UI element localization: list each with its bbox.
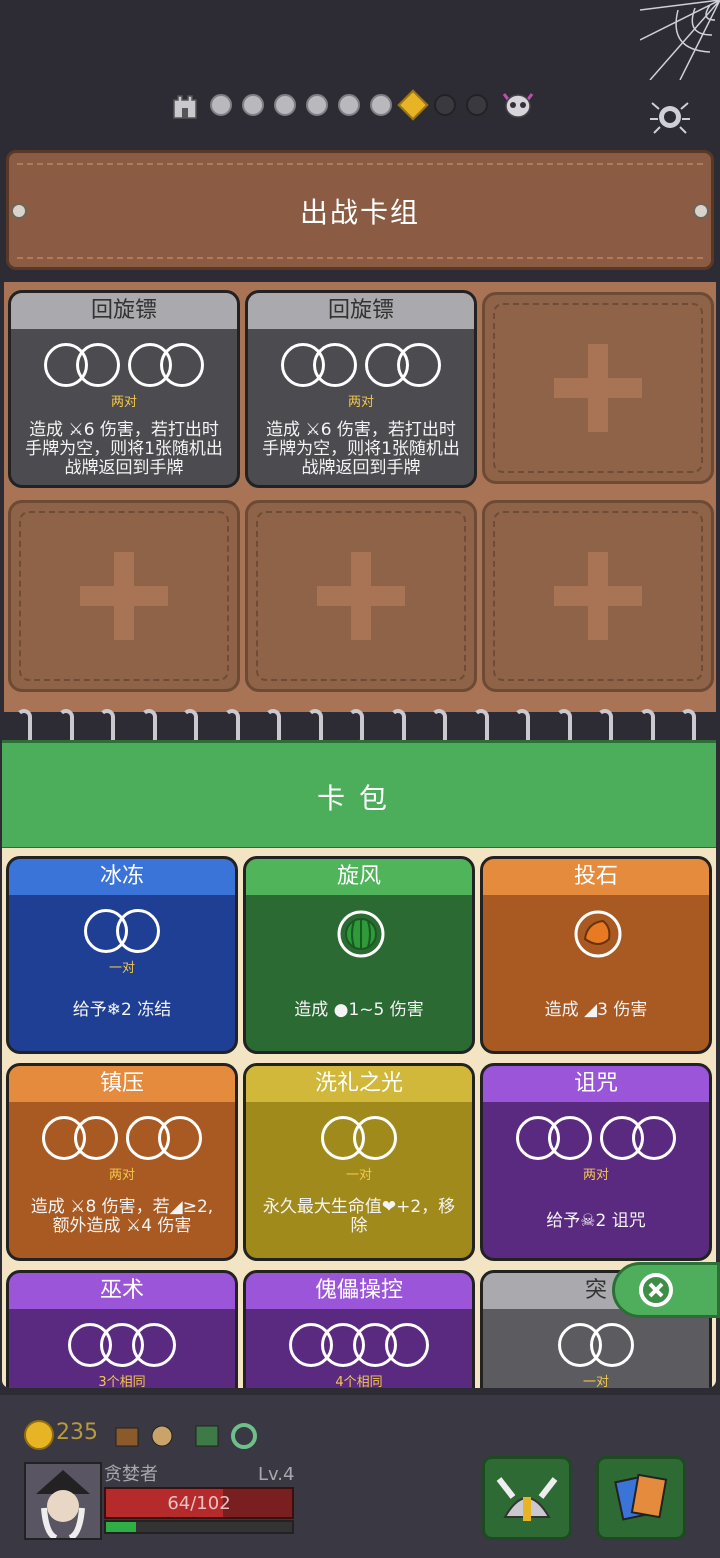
cobweb-icon (640, 0, 720, 80)
stage-dot (370, 94, 392, 116)
ring-pattern-label: 两对 (110, 395, 137, 410)
close-button[interactable] (612, 1262, 720, 1318)
boss-skull-icon (502, 93, 534, 118)
ring-pattern-label: 3个相同 (98, 1375, 146, 1388)
hp-text: 64/102 (167, 1493, 231, 1514)
card-desc: 造成 ●1~5 伤害 (294, 1000, 424, 1020)
pack-card[interactable]: 投石 造成 ◢3 伤害 (480, 856, 712, 1054)
ring-pattern-label: 一对 (582, 1375, 609, 1388)
pack-card[interactable]: 洗礼之光 一对 永久最大生命值❤+2，移 除 (243, 1063, 475, 1261)
ring-pattern-label: 4个相同 (335, 1375, 383, 1388)
deck-title: 出战卡组 (299, 196, 420, 229)
player-avatar (24, 1462, 102, 1541)
empty-deck-slot[interactable] (8, 500, 240, 692)
stage-dot (434, 94, 456, 116)
pack-card[interactable]: 旋风 造成 ●1~5 伤害 (243, 856, 475, 1054)
close-icon (639, 1273, 673, 1307)
ring-pattern-label: 两对 (347, 395, 374, 410)
card-desc: 造成 ⚔6 伤害，若打出时 手牌为空，则将1张随机出 战牌返回到手牌 (262, 420, 460, 478)
ring-pattern-label: 两对 (582, 1168, 609, 1183)
deck-card[interactable]: 回旋镖 两对 造成 ⚔6 伤害，若打出时 手牌为空，则将1张随机出 战牌返回到手… (8, 290, 240, 488)
spider-icon (650, 102, 690, 134)
card-title: 旋风 (246, 859, 472, 895)
card-title: 巫术 (9, 1273, 235, 1309)
card-title: 镇压 (9, 1066, 235, 1102)
helmet-button[interactable] (482, 1456, 572, 1540)
stage-dot (242, 94, 264, 116)
ring-pattern-label: 一对 (345, 1168, 372, 1183)
ring-cost (9, 909, 235, 953)
card-desc: 造成 ◢3 伤害 (544, 1000, 648, 1020)
ring-cost (248, 343, 474, 387)
empty-deck-slot[interactable] (482, 292, 714, 484)
pack-card[interactable]: 冰冻 一对 给予❄2 冻结 (6, 856, 238, 1054)
stage-dot (338, 94, 360, 116)
cards-button[interactable] (596, 1456, 686, 1540)
card-desc: 永久最大生命值❤+2，移 除 (262, 1197, 456, 1236)
castle-icon (170, 90, 200, 120)
ring-cost (9, 1323, 235, 1367)
ring-pattern-label: 两对 (108, 1168, 135, 1183)
card-title: 诅咒 (483, 1066, 709, 1102)
ring-cost (246, 1323, 472, 1367)
stitch (17, 163, 703, 165)
current-stage-marker (397, 89, 429, 121)
empty-deck-slot[interactable] (245, 500, 477, 692)
stage-dot (210, 94, 232, 116)
pack-card[interactable]: 巫术 3个相同 (6, 1270, 238, 1388)
deck-card[interactable]: 回旋镖 两对 造成 ⚔6 伤害，若打出时 手牌为空，则将1张随机出 战牌返回到手… (245, 290, 477, 488)
empty-deck-slot[interactable] (482, 500, 714, 692)
card-pack-header: 卡包 (2, 740, 716, 851)
cards-icon (614, 1473, 668, 1521)
ring-cost (483, 1116, 709, 1160)
stitch (17, 257, 703, 259)
stone-icon (574, 910, 622, 958)
plus-icon (554, 344, 642, 432)
stage-dot (306, 94, 328, 116)
card-desc: 给予❄2 冻结 (72, 1000, 172, 1020)
card-title: 洗礼之光 (246, 1066, 472, 1102)
card-desc: 给予☠2 诅咒 (546, 1211, 646, 1231)
stage-dot (466, 94, 488, 116)
stage-dot (274, 94, 296, 116)
card-desc: 造成 ⚔6 伤害，若打出时 手牌为空，则将1张随机出 战牌返回到手牌 (25, 420, 223, 478)
plus-icon (554, 552, 642, 640)
plus-icon (80, 552, 168, 640)
viking-helmet-icon (496, 1477, 558, 1521)
card-title: 回旋镖 (248, 293, 474, 329)
relic-items-icon (115, 1423, 257, 1449)
gold-amount: 235 (56, 1420, 98, 1445)
player-name: 贪婪者 (104, 1464, 158, 1485)
plus-icon (317, 552, 405, 640)
pack-card[interactable]: 傀儡操控 4个相同 (243, 1270, 475, 1388)
stage-progress (170, 88, 538, 122)
card-title: 傀儡操控 (246, 1273, 472, 1309)
ring-cost (11, 343, 237, 387)
card-pack-area: 冰冻 一对 给予❄2 冻结 旋风 造成 ●1~5 伤害 投石 造成 ◢3 伤害 (2, 848, 716, 1388)
player-level: Lv.4 (258, 1464, 295, 1485)
ring-cost (246, 1116, 472, 1160)
watermelon-icon (337, 910, 385, 958)
pack-card[interactable]: 诅咒 两对 给予☠2 诅咒 (480, 1063, 712, 1261)
card-desc: 造成 ⚔8 伤害，若◢≥2, 额外造成 ⚔4 伤害 (30, 1197, 214, 1236)
ring-cost (483, 1323, 709, 1367)
card-title: 回旋镖 (11, 293, 237, 329)
card-title: 投石 (483, 859, 709, 895)
xp-bar (104, 1520, 294, 1534)
deck-header: 出战卡组 (6, 150, 714, 270)
hp-bar: 64/102 (104, 1487, 294, 1519)
ring-pattern-label: 一对 (108, 961, 135, 976)
card-pack-title: 卡包 (316, 782, 401, 815)
ring-cost (9, 1116, 235, 1160)
card-title: 冰冻 (9, 859, 235, 895)
gold-coin-icon (24, 1420, 54, 1450)
pack-card[interactable]: 镇压 两对 造成 ⚔8 伤害，若◢≥2, 额外造成 ⚔4 伤害 (6, 1063, 238, 1261)
